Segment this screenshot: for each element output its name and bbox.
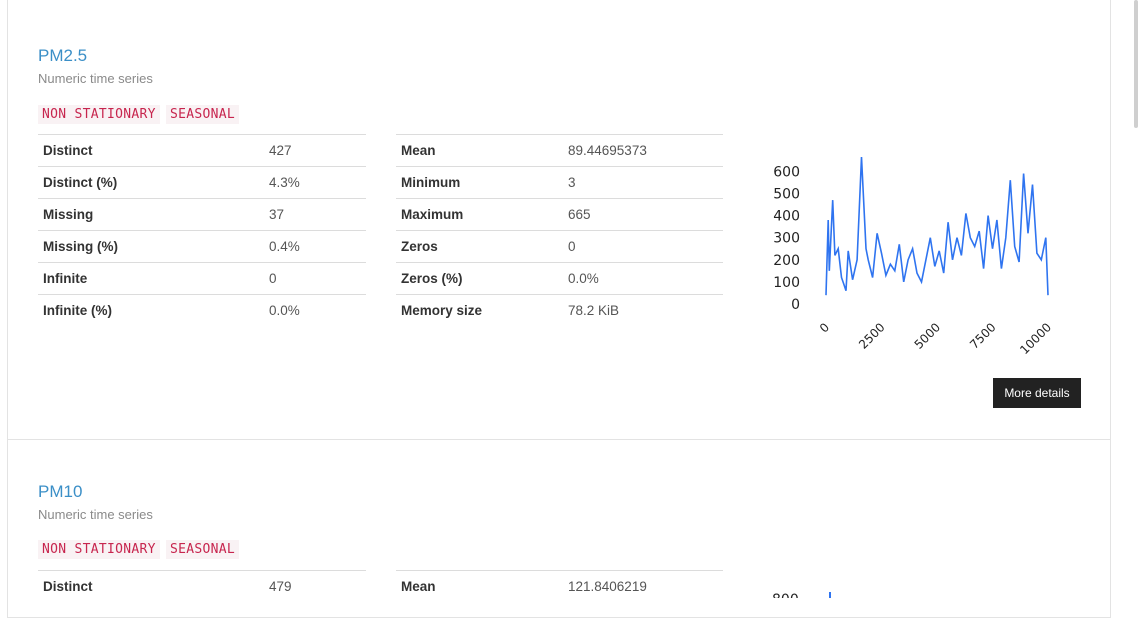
stat-value: 0.4%: [264, 230, 366, 263]
table-row: Zeros 0: [396, 230, 723, 263]
stat-value: 0.0%: [563, 262, 723, 295]
time-series-chart-partial: 800: [772, 592, 831, 598]
table-row: Missing (%) 0.4%: [38, 230, 366, 263]
table-row: Missing 37: [38, 198, 366, 231]
stat-label: Zeros (%): [396, 262, 563, 295]
stat-label: Maximum: [396, 198, 563, 231]
section-divider: [7, 439, 1111, 440]
stat-label: Missing (%): [38, 230, 264, 263]
badge-non-stationary: NON STATIONARY: [38, 540, 160, 559]
table-row: Zeros (%) 0.0%: [396, 262, 723, 295]
x-tick-label: 5000: [912, 320, 943, 351]
stat-value: 0: [563, 230, 723, 263]
stat-value: 37: [264, 198, 366, 231]
x-tick-label: 10000: [1017, 320, 1054, 357]
badge-seasonal: SEASONAL: [166, 540, 240, 559]
stat-label: Minimum: [396, 166, 563, 199]
stat-label: Infinite: [38, 262, 264, 295]
y-tick-label: 0: [791, 297, 800, 313]
table-row: Minimum 3: [396, 166, 723, 199]
stat-value: 89.44695373: [563, 134, 723, 167]
x-tick-label: 2500: [856, 320, 887, 351]
variable-type-label: Numeric time series: [38, 507, 153, 522]
scrollbar-thumb[interactable]: [1134, 0, 1138, 128]
stat-value: 0.0%: [264, 294, 366, 327]
table-row: Infinite (%) 0.0%: [38, 294, 366, 327]
table-row: Distinct (%) 4.3%: [38, 166, 366, 199]
badge-non-stationary: NON STATIONARY: [38, 105, 160, 124]
table-row: Mean 89.44695373: [396, 134, 723, 167]
y-tick-label: 100: [773, 275, 800, 291]
y-tick-label: 500: [773, 186, 800, 202]
x-tick-label: 7500: [967, 320, 998, 351]
stat-label: Missing: [38, 198, 264, 231]
y-tick-label: 600: [773, 164, 800, 180]
scrollbar[interactable]: [1134, 0, 1138, 598]
y-tick-label: 800: [772, 592, 799, 598]
stat-label: Distinct (%): [38, 166, 264, 199]
stat-value: 427: [264, 134, 366, 167]
stat-value: 3: [563, 166, 723, 199]
stats-table-right: Mean 89.44695373 Minimum 3 Maximum 665 Zeros 0 Z…: [396, 134, 723, 327]
y-tick-label: 400: [773, 209, 800, 225]
y-tick-label: 300: [773, 231, 800, 247]
variable-title[interactable]: PM10: [38, 482, 82, 502]
stat-label: Infinite (%): [38, 294, 264, 327]
table-row: Memory size 78.2 KiB: [396, 294, 723, 327]
stat-value: 665: [563, 198, 723, 231]
more-details-button[interactable]: More details: [993, 378, 1081, 408]
badge-seasonal: SEASONAL: [166, 105, 240, 124]
stat-label: Distinct: [38, 134, 264, 167]
stat-value: 78.2 KiB: [563, 294, 723, 327]
variable-title[interactable]: PM2.5: [38, 46, 87, 66]
y-tick-label: 200: [773, 253, 800, 269]
stat-value: 4.3%: [264, 166, 366, 199]
stat-label: Zeros: [396, 230, 563, 263]
stats-table-left: Distinct 427 Distinct (%) 4.3% Missing 37 Miss…: [38, 134, 366, 327]
stat-label: Memory size: [396, 294, 563, 327]
series-line: [825, 156, 1049, 296]
stat-label: Mean: [396, 134, 563, 167]
table-row: Maximum 665: [396, 198, 723, 231]
table-row: Infinite 0: [38, 262, 366, 295]
table-row: Distinct 427: [38, 134, 366, 167]
x-tick-label: 0: [817, 320, 832, 335]
time-series-chart: 0 100 200 300 400 500 600 0 2500 5000 7500 10000: [773, 156, 1054, 357]
stat-value: 0: [264, 262, 366, 295]
variable-type-label: Numeric time series: [38, 71, 153, 86]
